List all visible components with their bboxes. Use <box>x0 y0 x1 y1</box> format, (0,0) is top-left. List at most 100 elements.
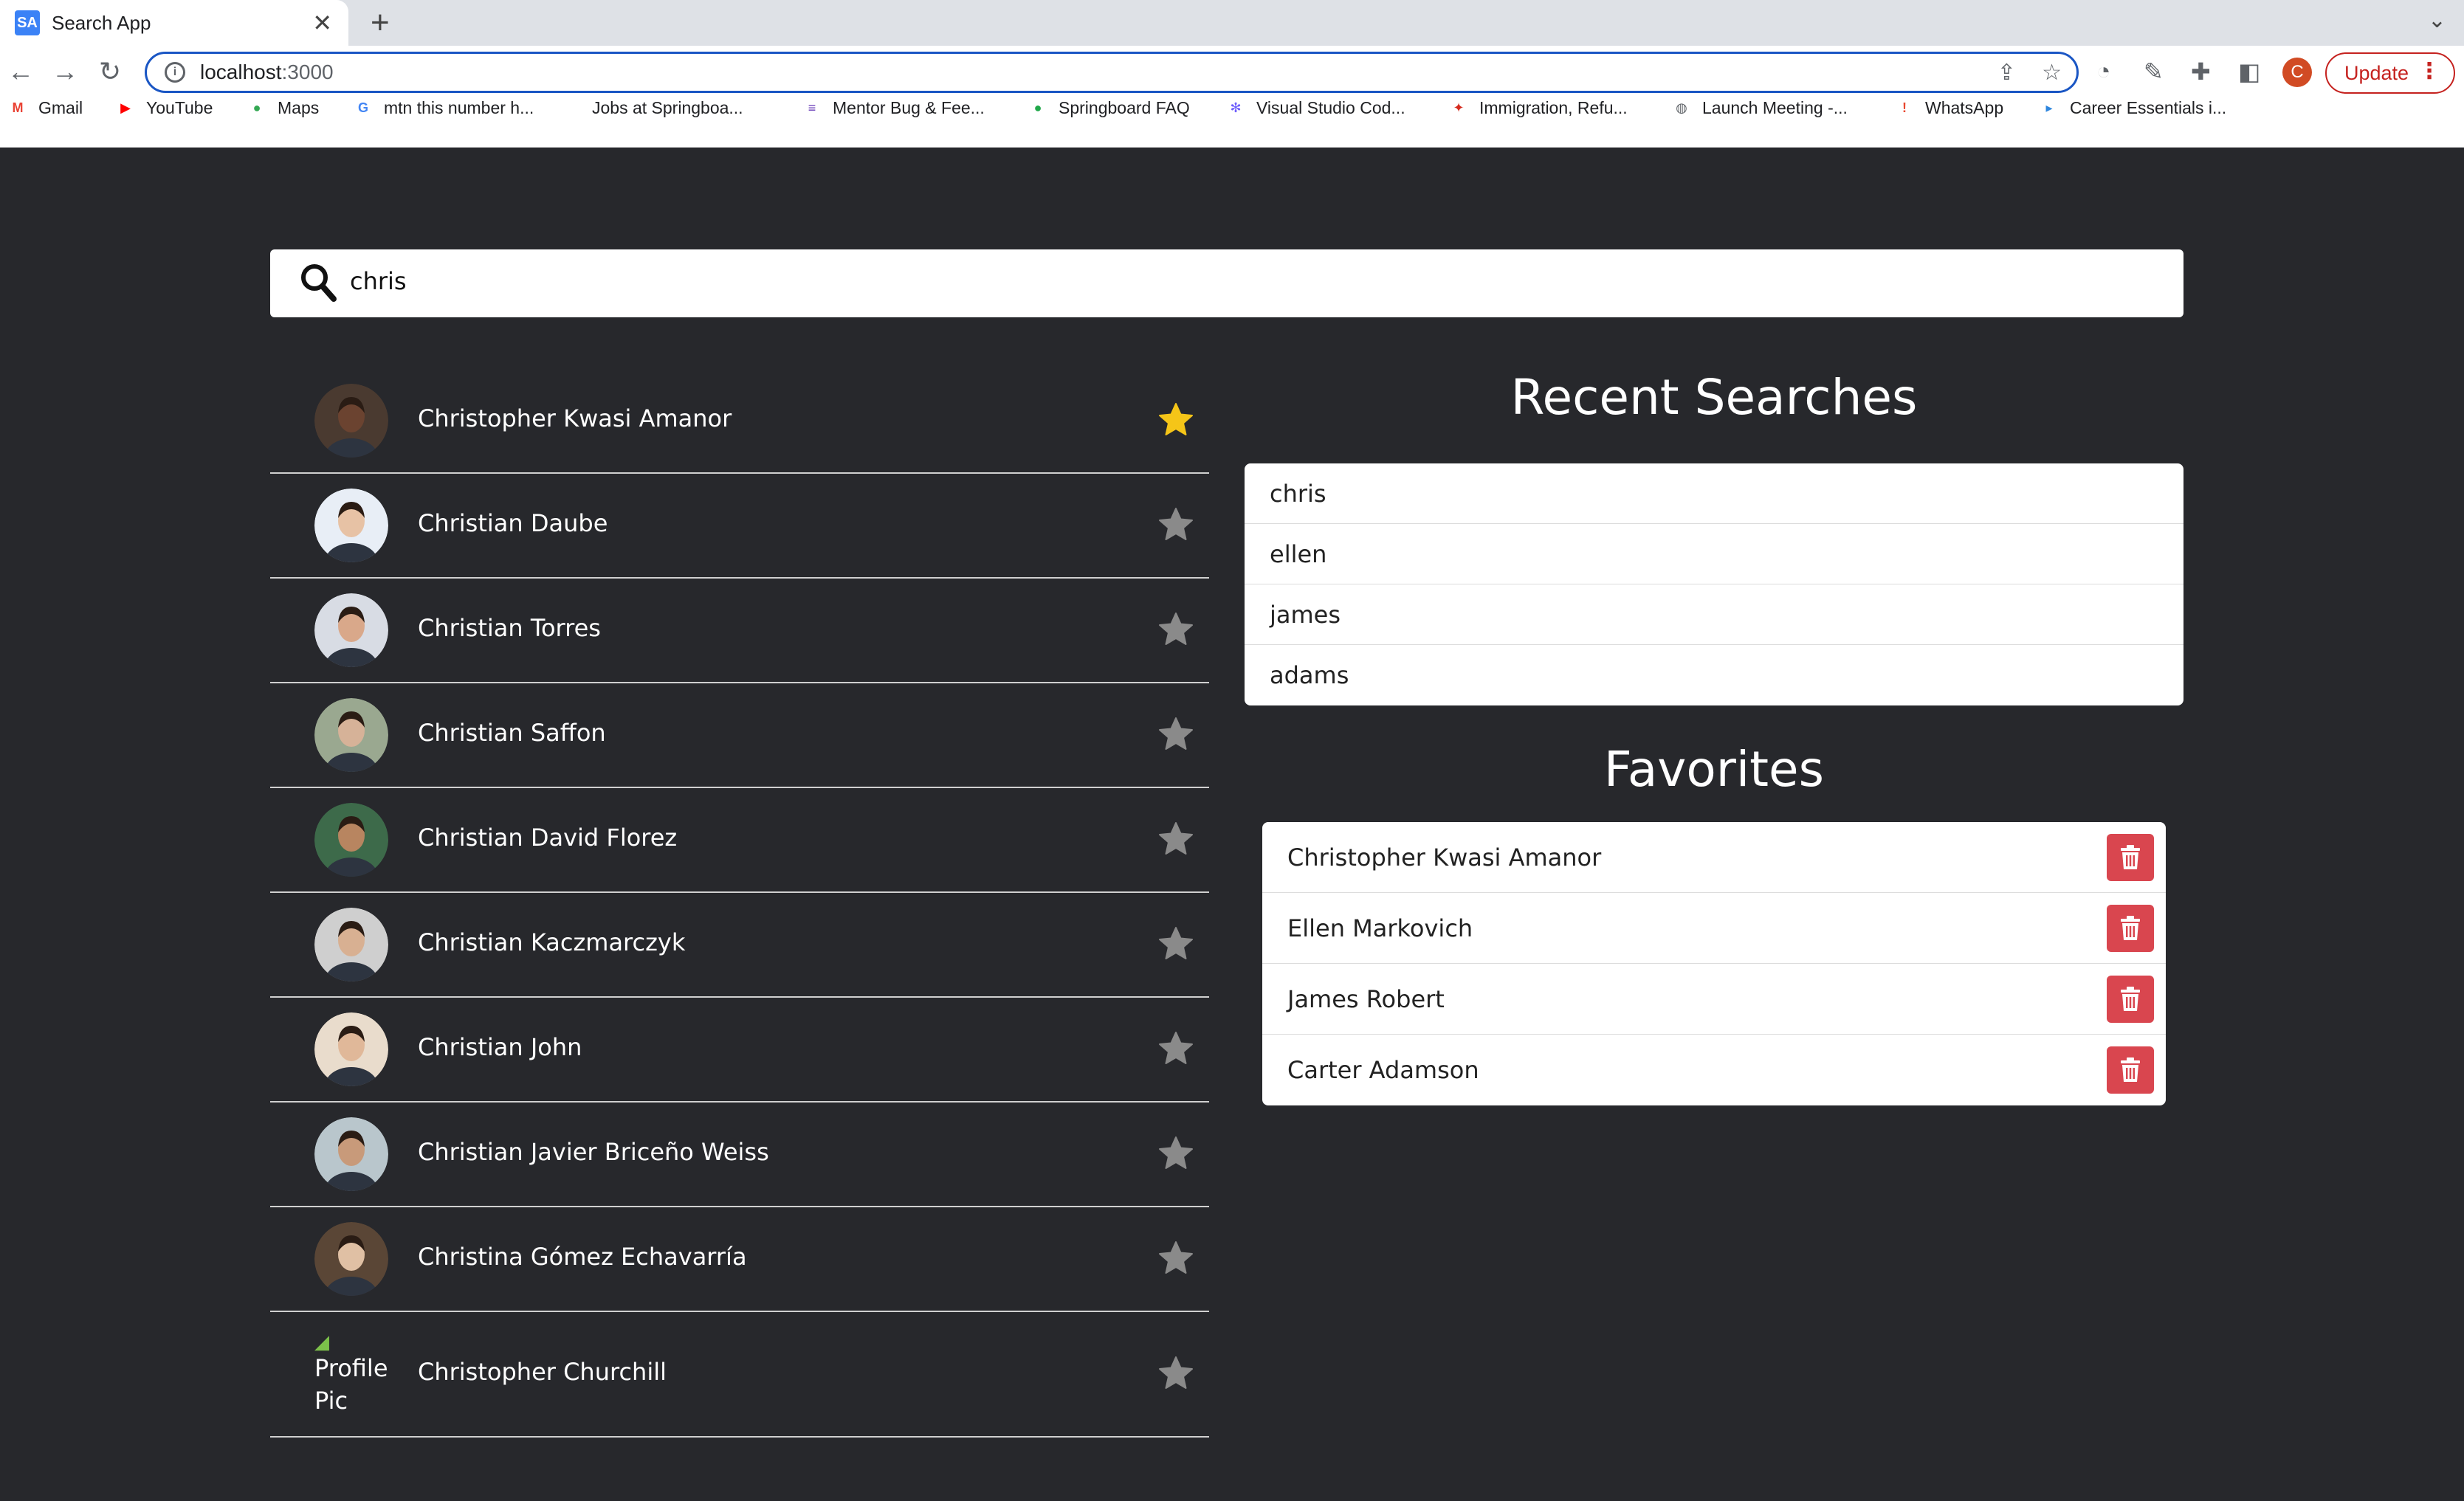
star-icon[interactable] <box>1157 506 1194 543</box>
bookmark-item[interactable]: ✦ Immigration, Refu... <box>1448 97 1627 118</box>
recent-search-item[interactable]: james <box>1245 584 2183 645</box>
result-name: Christian Daube <box>418 509 608 537</box>
update-label: Update <box>2344 61 2409 84</box>
bookmark-item[interactable]: Jobs at Springboa... <box>561 97 743 118</box>
bookmark-item[interactable]: ≡ Mentor Bug & Fee... <box>802 97 985 118</box>
delete-favorite-button[interactable] <box>2107 834 2154 881</box>
browser-tab[interactable]: SA Search App ✕ <box>0 0 348 46</box>
color-picker-icon[interactable]: ✎ <box>2144 58 2164 86</box>
avatar <box>314 593 388 667</box>
search-bar[interactable]: chris <box>270 249 2183 317</box>
extensions-puzzle-icon[interactable]: ✚ <box>2191 58 2211 86</box>
trash-icon <box>2121 845 2140 869</box>
bookmark-item[interactable]: ✻ Visual Studio Cod... <box>1225 97 1405 118</box>
delete-favorite-button[interactable] <box>2107 905 2154 952</box>
broken-image-glyph-icon: ◢ <box>314 1331 329 1353</box>
bookmark-label: mtn this number h... <box>384 97 534 117</box>
star-icon[interactable] <box>1157 1355 1194 1392</box>
recent-search-item[interactable]: chris <box>1245 463 2183 524</box>
extension-timer-icon[interactable]: ◔ <box>2096 58 2110 85</box>
result-row[interactable]: Christian David Florez <box>270 788 1209 893</box>
result-name: Christian Torres <box>418 614 601 642</box>
result-row[interactable]: Christina Gómez Echavarría <box>270 1207 1209 1312</box>
forward-arrow-icon[interactable]: → <box>52 56 78 87</box>
profile-avatar[interactable]: C <box>2282 58 2312 87</box>
bookmark-label: Springboard FAQ <box>1059 97 1190 117</box>
blank-page-icon <box>561 97 582 118</box>
result-row[interactable]: Christian Kaczmarczyk <box>270 893 1209 998</box>
bookmark-label: WhatsApp <box>1925 97 2004 117</box>
recent-search-item[interactable]: adams <box>1245 645 2183 705</box>
result-row[interactable]: Christian Torres <box>270 579 1209 683</box>
close-tab-icon[interactable]: ✕ <box>312 9 332 37</box>
star-icon[interactable] <box>1157 611 1194 648</box>
side-panel-icon[interactable]: ◧ <box>2238 58 2260 86</box>
result-row[interactable]: Christian John <box>270 998 1209 1103</box>
result-row[interactable]: Christian Javier Briceño Weiss <box>270 1103 1209 1207</box>
globe-icon: ◍ <box>1676 100 1687 115</box>
search-input[interactable]: chris <box>350 267 407 295</box>
result-row[interactable]: Christian Daube <box>270 474 1209 579</box>
springboard-icon: ● <box>1033 100 1042 115</box>
bookmark-label: Mentor Bug & Fee... <box>833 97 985 117</box>
reload-icon[interactable]: ↻ <box>99 56 121 87</box>
favorites-list: Christopher Kwasi Amanor Ellen Markovich J… <box>1262 822 2166 1105</box>
bookmark-star-icon[interactable]: ☆ <box>2042 60 2062 86</box>
favorite-name: Carter Adamson <box>1287 1056 1479 1084</box>
bookmark-item[interactable]: ▸ Career Essentials i... <box>2039 97 2226 118</box>
bookmark-label: Launch Meeting -... <box>1702 97 1848 117</box>
chevron-down-icon[interactable]: ⌄ <box>2428 7 2446 33</box>
search-icon <box>301 264 337 302</box>
browser-toolbar: ← → ↻ i localhost:3000 ⇪ ☆ ◔ ✎ ✚ ◧ C Upd… <box>0 46 2464 148</box>
back-arrow-icon[interactable]: ← <box>7 56 34 87</box>
result-name: Christopher Kwasi Amanor <box>418 404 732 432</box>
avatar <box>314 1012 388 1086</box>
delete-favorite-button[interactable] <box>2107 976 2154 1023</box>
broken-image-icon: ◢ Profile Pic <box>314 1333 396 1417</box>
browser-tab-strip: SA Search App ✕ + ⌄ <box>0 0 2464 46</box>
bookmark-item[interactable]: ● Maps <box>247 97 320 118</box>
video-icon: ▸ <box>2045 100 2053 115</box>
result-name: Christina Gómez Echavarría <box>418 1243 747 1271</box>
result-row[interactable]: Christopher Kwasi Amanor <box>270 369 1209 474</box>
bookmark-item[interactable]: ◍ Launch Meeting -... <box>1671 97 1848 118</box>
bookmark-label: Jobs at Springboa... <box>592 97 743 117</box>
results-list: Christopher Kwasi Amanor Christian Daube C… <box>270 369 1209 1438</box>
result-row[interactable]: ◢ Profile Pic Christopher Churchill <box>270 1312 1209 1438</box>
star-icon[interactable] <box>1157 1030 1194 1067</box>
bookmark-label: Maps <box>278 97 320 117</box>
delete-favorite-button[interactable] <box>2107 1046 2154 1094</box>
app-favicon-icon: SA <box>15 10 40 35</box>
star-icon[interactable] <box>1157 716 1194 753</box>
favorite-name: James Robert <box>1287 984 1445 1013</box>
star-icon[interactable] <box>1157 821 1194 858</box>
address-bar[interactable]: i localhost:3000 ⇪ ☆ <box>145 52 2079 93</box>
google-icon: G <box>357 100 368 115</box>
avatar <box>314 489 388 562</box>
recent-searches-title: Recent Searches <box>1510 369 1918 426</box>
result-name: Christian John <box>418 1033 582 1061</box>
star-filled-icon[interactable] <box>1157 401 1194 438</box>
forms-icon: ≡ <box>808 100 816 115</box>
recent-search-item[interactable]: ellen <box>1245 524 2183 584</box>
star-icon[interactable] <box>1157 1240 1194 1277</box>
star-icon[interactable] <box>1157 1135 1194 1172</box>
bookmark-item[interactable]: ▶ YouTube <box>115 97 213 118</box>
bookmark-label: Career Essentials i... <box>2070 97 2227 117</box>
new-tab-icon[interactable]: + <box>371 4 390 41</box>
share-icon[interactable]: ⇪ <box>1997 60 2016 86</box>
star-icon[interactable] <box>1157 925 1194 962</box>
favorite-item: James Robert <box>1262 964 2166 1035</box>
bookmark-item[interactable]: M Gmail <box>7 97 83 118</box>
bookmark-item[interactable]: Gmtn this number h... <box>353 97 534 118</box>
trash-icon <box>2121 916 2140 940</box>
more-menu-icon[interactable]: ⋮ <box>2418 58 2440 84</box>
result-name: Christian Saffon <box>418 719 606 747</box>
gear-flower-icon: ✻ <box>1230 100 1242 115</box>
maple-leaf-icon: ✦ <box>1453 100 1465 115</box>
site-info-icon[interactable]: i <box>165 62 185 83</box>
update-button[interactable]: Update ⋮ <box>2325 52 2455 94</box>
bookmark-item[interactable]: ! WhatsApp <box>1894 97 2003 118</box>
result-row[interactable]: Christian Saffon <box>270 683 1209 788</box>
bookmark-item[interactable]: ● Springboard FAQ <box>1028 97 1190 118</box>
